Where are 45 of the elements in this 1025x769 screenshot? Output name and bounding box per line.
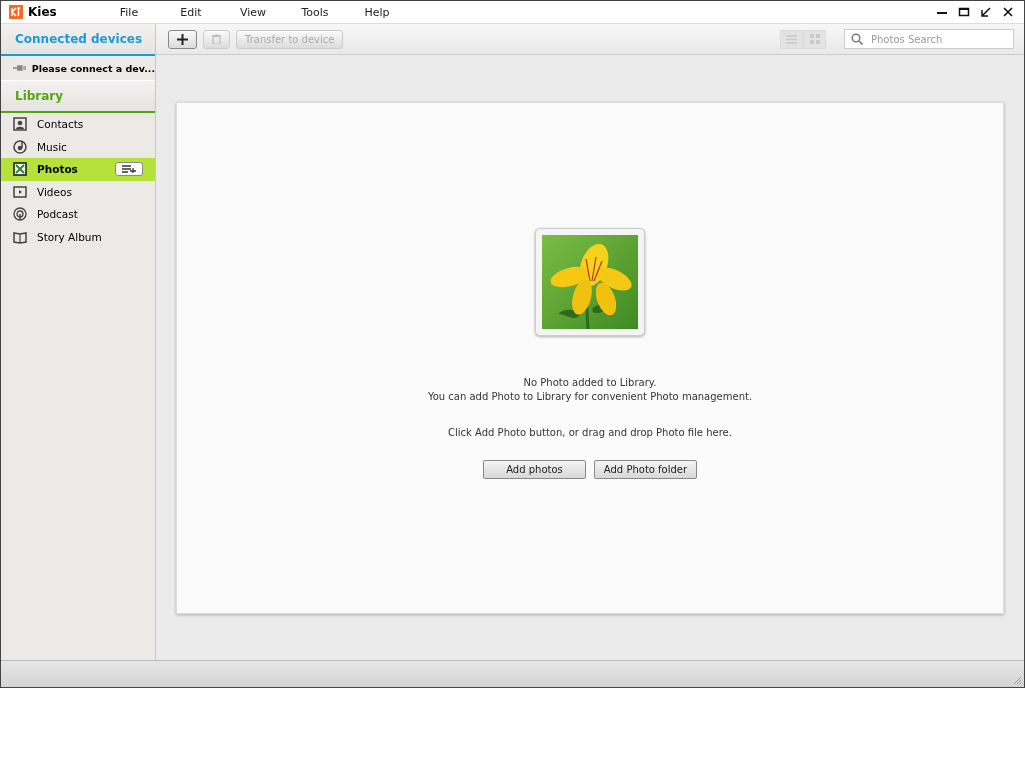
section-header: Connected devices <box>1 24 155 56</box>
menu-item[interactable]: Edit <box>160 5 222 19</box>
plug-icon <box>13 64 27 72</box>
empty-message: You can add Photo to Library for convenient Photo management. <box>427 390 753 404</box>
device-prompt: Please connect a dev... <box>31 62 155 74</box>
library-item[interactable]: Podcast <box>1 203 155 226</box>
resize-grip-icon <box>1012 675 1022 685</box>
item-label: Story Album <box>37 230 103 243</box>
close-icon[interactable] <box>1002 6 1014 18</box>
menu-item[interactable]: Help <box>346 5 408 19</box>
restore-arrow-icon[interactable] <box>980 6 992 18</box>
app-title: Kies <box>28 5 58 19</box>
library-item[interactable]: Story Album <box>1 225 155 248</box>
menu-item[interactable]: View <box>222 5 284 19</box>
empty-message: No Photo added to Library. <box>523 376 657 390</box>
library-item[interactable]: Music <box>1 135 155 158</box>
search-icon <box>851 33 863 45</box>
item-label: Contacts <box>37 118 85 131</box>
podcast-icon <box>13 207 27 222</box>
item-label: Music <box>37 140 68 153</box>
item-label: Videos <box>37 185 73 198</box>
film-icon <box>13 184 27 199</box>
add-button[interactable] <box>168 29 197 49</box>
grid-icon <box>809 34 820 44</box>
section-header: Library <box>1 81 155 113</box>
plus-icon <box>177 33 188 45</box>
add-button[interactable]: Add Photo folder <box>594 460 697 479</box>
item-label: Photos <box>37 163 79 176</box>
search-field[interactable]: Photos Search <box>844 29 1014 49</box>
library-item[interactable]: Contacts <box>1 113 155 136</box>
library-item[interactable]: Photos <box>1 158 155 181</box>
list-icon <box>786 34 797 44</box>
book-icon <box>13 229 27 244</box>
item-label: Podcast <box>37 208 79 221</box>
add-button[interactable]: Add photos <box>483 460 586 479</box>
contact-card-icon <box>13 117 27 132</box>
menu-item[interactable]: File <box>98 5 160 19</box>
hint-text: Click Add Photo button, or drag and drop Photo file here. <box>448 426 732 440</box>
add-to-list-button[interactable] <box>115 162 143 177</box>
menu-item[interactable]: Tools <box>284 5 346 19</box>
maximize-icon[interactable] <box>958 6 970 18</box>
app-logo-icon <box>9 5 23 19</box>
trash-icon <box>212 34 221 44</box>
list-plus-icon <box>122 165 136 174</box>
library-item[interactable]: Videos <box>1 180 155 203</box>
